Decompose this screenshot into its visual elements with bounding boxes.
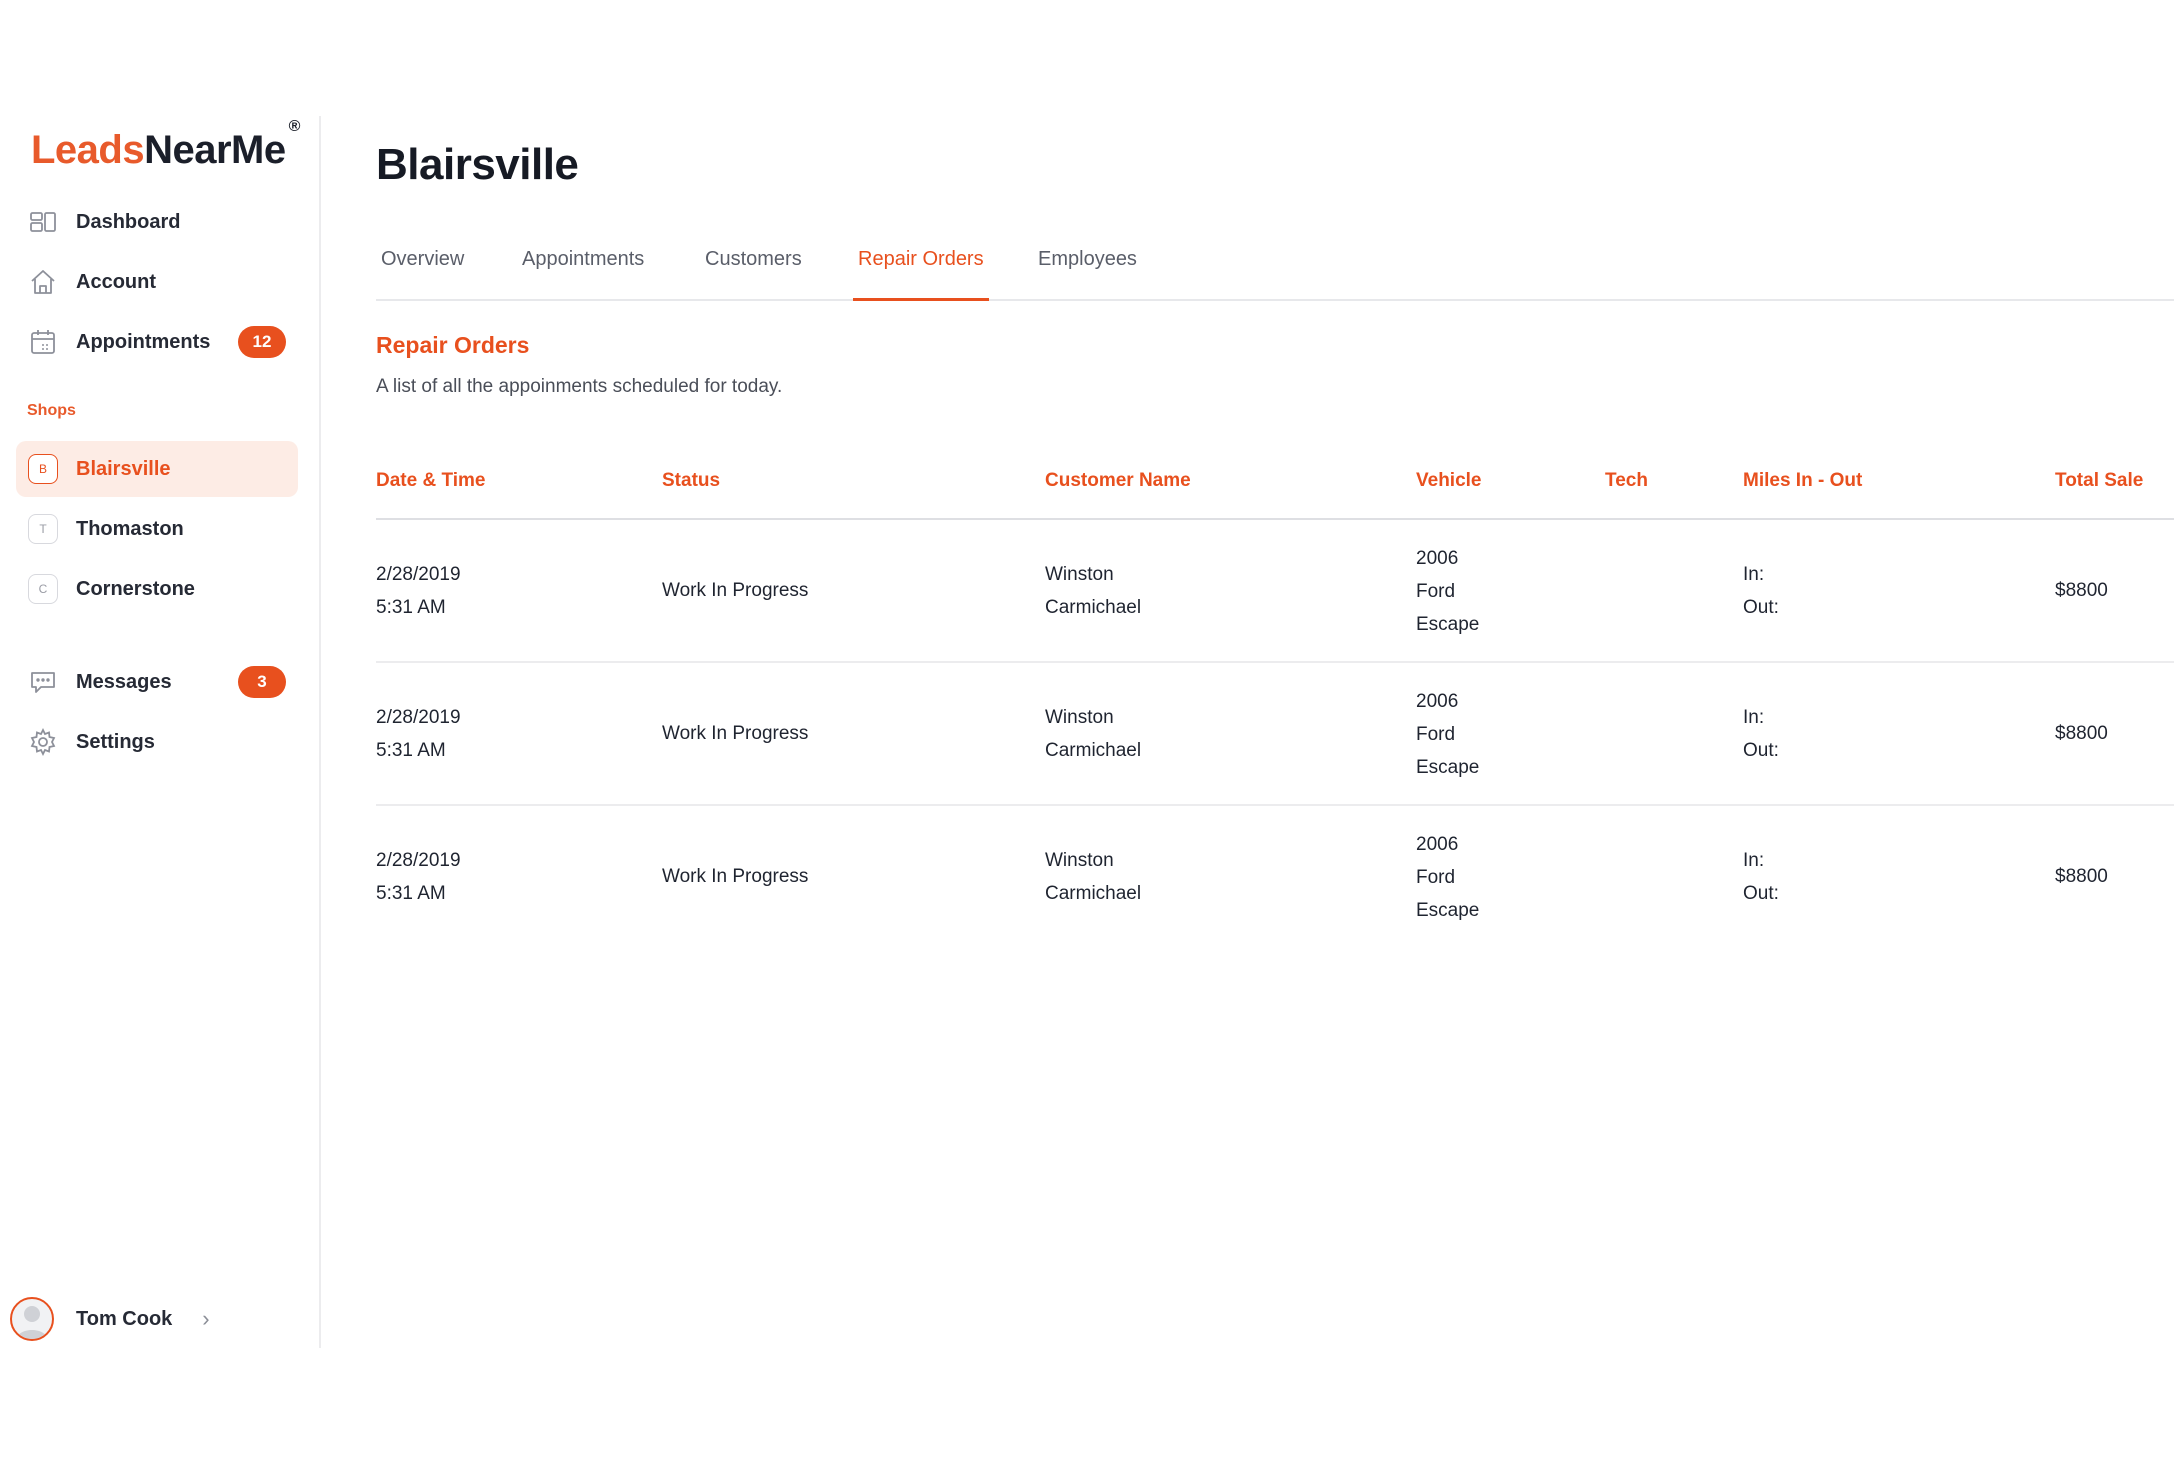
cell-vehicle: 2006 Ford Escape [1416,691,1480,778]
column-header-vehicle[interactable]: Vehicle [1416,470,1482,492]
column-header-status[interactable]: Status [662,470,720,492]
cell-customer-name: Winston Carmichael [1045,707,1142,761]
cell-miles: In: Out: [1743,850,1779,904]
nav-label: Account [76,270,156,293]
registered-mark: ® [288,117,301,135]
shop-item-cornerstone[interactable]: C Cornerstone [16,561,298,617]
cell-customer-name: Winston Carmichael [1045,564,1142,618]
nav-item-account[interactable]: Account [16,254,298,310]
nav-label: Dashboard [76,210,181,233]
cell-total-sale: $8800 [2055,723,2108,744]
cell-vehicle: 2006 Ford Escape [1416,548,1480,635]
cell-miles: In: Out: [1743,564,1779,618]
shop-initial-badge: T [28,514,58,544]
cell-total-sale: $8800 [2055,866,2108,887]
logo-text-leads: Leads [31,128,145,172]
brand-logo[interactable]: LeadsNearMe® [31,118,300,173]
shop-item-thomaston[interactable]: T Thomaston [16,501,298,557]
shops-section-label: Shops [27,402,76,419]
nav-label: Settings [76,730,155,753]
messages-count-badge: 3 [238,666,286,698]
repair-orders-table: Date & Time Status Customer Name Vehicle… [376,446,2174,949]
gear-icon [28,727,58,757]
table-row[interactable]: 2/28/2019 5:31 AM Work In Progress Winsto… [376,806,2174,949]
table-header: Date & Time Status Customer Name Vehicle… [376,446,2174,520]
tab-repair-orders[interactable]: Repair Orders [853,226,989,301]
cell-total-sale: $8800 [2055,580,2108,601]
cell-vehicle: 2006 Ford Escape [1416,834,1480,921]
logo-text-nearme: NearMe [144,128,286,172]
tab-employees[interactable]: Employees [1033,226,1142,301]
tab-bar: Overview Appointments Customers Repair O… [376,226,2174,301]
chat-icon [28,667,58,697]
section-subtitle: A list of all the appoinments scheduled … [376,376,783,397]
nav-label: Appointments [76,330,211,353]
home-icon [28,267,58,297]
chevron-right-icon: › [202,1306,210,1331]
shop-label: Cornerstone [76,577,195,600]
avatar [10,1297,54,1341]
cell-status: Work In Progress [662,866,809,887]
sidebar: LeadsNearMe® Dashboard Account Appointme… [0,116,321,1348]
tab-appointments[interactable]: Appointments [517,226,649,301]
calendar-icon [28,327,58,357]
table-row[interactable]: 2/28/2019 5:31 AM Work In Progress Winsto… [376,663,2174,806]
cell-status: Work In Progress [662,580,809,601]
cell-date-time: 2/28/2019 5:31 AM [376,707,461,761]
section-title: Repair Orders [376,332,530,358]
column-header-date-time[interactable]: Date & Time [376,470,485,492]
user-name: Tom Cook [76,1307,173,1330]
nav-item-settings[interactable]: Settings [16,714,298,770]
tab-customers[interactable]: Customers [700,226,807,301]
shop-item-blairsville[interactable]: B Blairsville [16,441,298,497]
table-row[interactable]: 2/28/2019 5:31 AM Work In Progress Winsto… [376,520,2174,663]
cell-date-time: 2/28/2019 5:31 AM [376,850,461,904]
shop-initial-badge: C [28,574,58,604]
appointments-count-badge: 12 [238,326,286,358]
column-header-customer-name[interactable]: Customer Name [1045,470,1191,492]
cell-date-time: 2/28/2019 5:31 AM [376,564,461,618]
cell-miles: In: Out: [1743,707,1779,761]
cell-customer-name: Winston Carmichael [1045,850,1142,904]
shop-label: Thomaston [76,517,184,540]
tab-overview[interactable]: Overview [376,226,469,301]
nav-label: Messages [76,670,172,693]
nav-item-messages[interactable]: Messages 3 [16,654,298,710]
column-header-total-sale[interactable]: Total Sale [2055,470,2143,492]
page-title: Blairsville [376,140,579,189]
cell-status: Work In Progress [662,723,809,744]
user-profile[interactable]: Tom Cook › [10,1296,310,1342]
dashboard-icon [28,207,58,237]
column-header-tech[interactable]: Tech [1605,470,1648,492]
shop-label: Blairsville [76,457,171,480]
nav-item-dashboard[interactable]: Dashboard [16,194,298,250]
column-header-miles[interactable]: Miles In - Out [1743,470,1862,492]
shop-initial-badge: B [28,454,58,484]
nav-item-appointments[interactable]: Appointments 12 [16,314,298,370]
